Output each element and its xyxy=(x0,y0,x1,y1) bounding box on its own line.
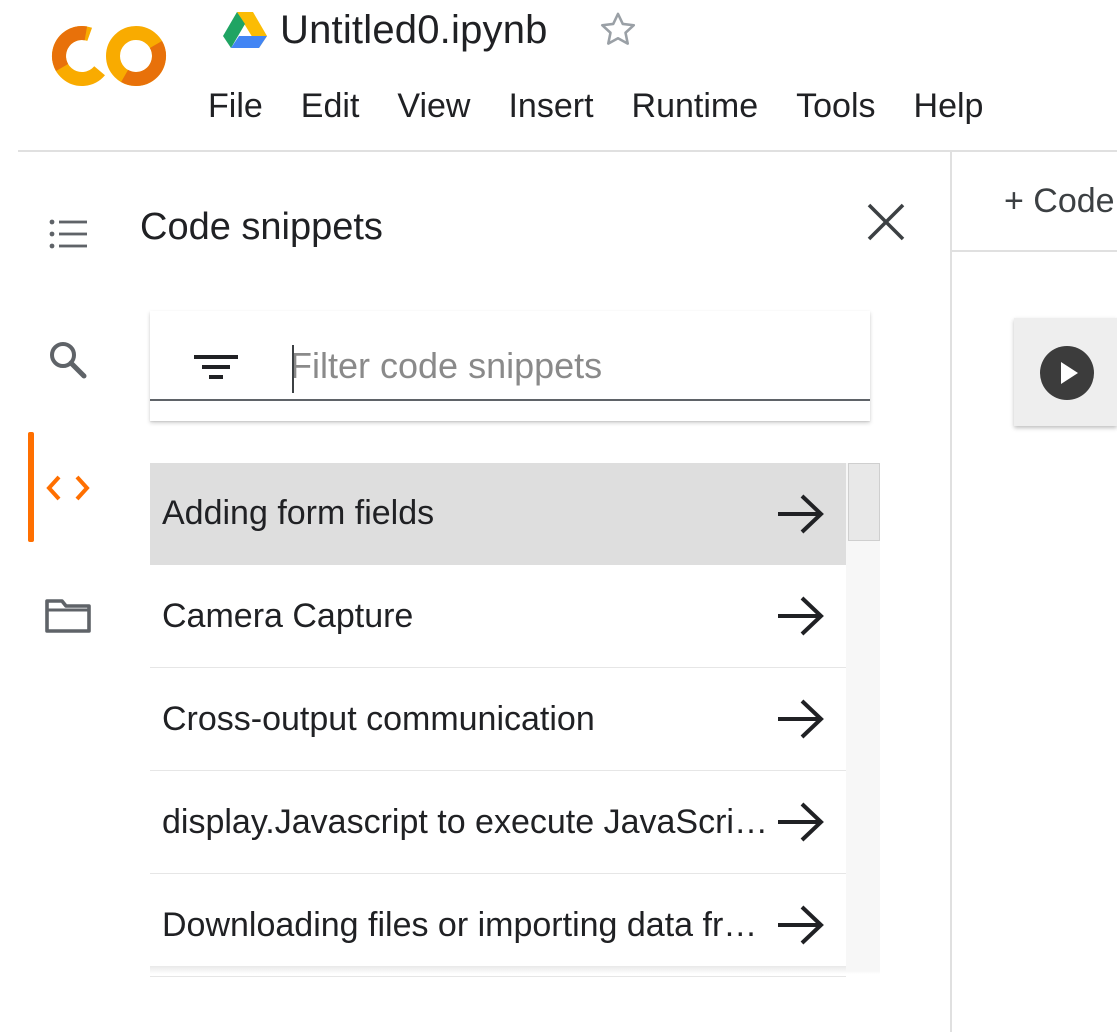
filter-snippets-input[interactable] xyxy=(290,333,860,399)
snippet-item-camera-capture[interactable]: Camera Capture xyxy=(150,565,846,668)
colab-logo-icon[interactable] xyxy=(50,20,168,92)
arrow-right-icon[interactable] xyxy=(774,592,828,640)
code-icon xyxy=(46,475,90,501)
rail-item-search[interactable] xyxy=(44,336,92,384)
code-cell[interactable] xyxy=(1014,318,1117,426)
header-divider xyxy=(18,150,1117,152)
arrow-right-icon[interactable] xyxy=(774,901,828,949)
add-code-cell-button[interactable]: + Code xyxy=(1004,182,1117,226)
text-caret xyxy=(292,345,294,393)
filter-box xyxy=(150,311,870,421)
search-icon xyxy=(50,342,87,379)
rail-item-table-of-contents[interactable] xyxy=(44,210,92,258)
folder-icon xyxy=(45,599,91,633)
close-icon xyxy=(867,203,905,241)
list-bottom-shadow xyxy=(150,966,880,974)
snippet-label: Adding form fields xyxy=(162,494,435,532)
arrow-right-icon[interactable] xyxy=(774,490,828,538)
title-row: Untitled0.ipynb xyxy=(222,4,640,56)
toolbar-divider xyxy=(952,250,1117,252)
snippet-list: Adding form fields Camera Capture Cross-… xyxy=(150,463,846,977)
menu-view[interactable]: View xyxy=(397,87,470,126)
snippet-item-downloading-files[interactable]: Downloading files or importing data from… xyxy=(150,874,846,977)
play-circle-icon[interactable] xyxy=(1040,346,1094,400)
rail-item-files[interactable] xyxy=(44,592,92,640)
arrow-right-icon[interactable] xyxy=(774,798,828,846)
menu-insert[interactable]: Insert xyxy=(508,87,593,126)
rail-item-code-snippets[interactable] xyxy=(44,464,92,512)
rail-active-indicator xyxy=(28,432,34,542)
snippet-label: Downloading files or importing data from… xyxy=(162,905,770,944)
snippet-item-adding-form-fields[interactable]: Adding form fields xyxy=(150,463,846,565)
filter-icon[interactable] xyxy=(190,345,242,389)
snippet-label: display.Javascript to execute JavaScript… xyxy=(162,802,770,841)
arrow-right-icon[interactable] xyxy=(774,695,828,743)
snippet-list-scrollbar-thumb[interactable] xyxy=(848,463,880,541)
snippet-label: Camera Capture xyxy=(162,596,414,635)
filter-underline xyxy=(150,399,870,401)
menu-runtime[interactable]: Runtime xyxy=(632,87,759,126)
panel-title: Code snippets xyxy=(140,206,383,248)
table-of-contents-icon xyxy=(49,219,87,249)
star-outline-icon[interactable] xyxy=(596,8,640,52)
document-title[interactable]: Untitled0.ipynb xyxy=(280,8,548,53)
snippet-item-display-javascript[interactable]: display.Javascript to execute JavaScript… xyxy=(150,771,846,874)
snippet-label: Cross-output communication xyxy=(162,699,595,738)
close-panel-button[interactable] xyxy=(858,194,914,250)
panel-splitter[interactable] xyxy=(950,152,952,1032)
google-drive-icon xyxy=(223,12,267,48)
colab-window: Untitled0.ipynb File Edit View Insert Ru… xyxy=(0,0,1117,1032)
snippet-item-cross-output-communication[interactable]: Cross-output communication xyxy=(150,668,846,771)
menu-help[interactable]: Help xyxy=(914,87,984,126)
menu-bar: File Edit View Insert Runtime Tools Help xyxy=(208,82,983,130)
menu-file[interactable]: File xyxy=(208,87,263,126)
menu-tools[interactable]: Tools xyxy=(796,87,875,126)
menu-edit[interactable]: Edit xyxy=(301,87,360,126)
